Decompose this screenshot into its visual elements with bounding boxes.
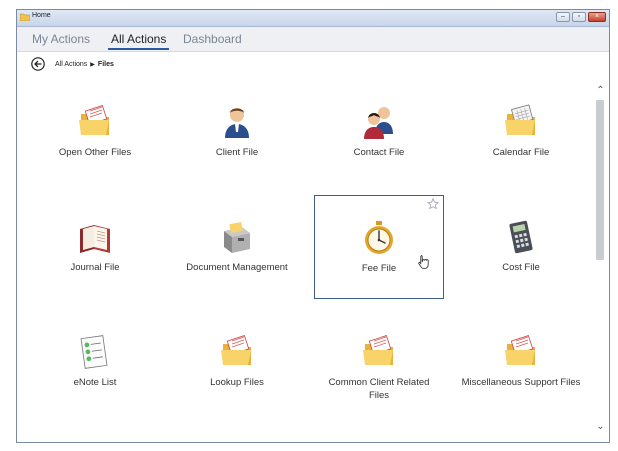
file-cabinet-icon (224, 222, 250, 253)
tile-open-other-files[interactable]: Open Other Files (30, 80, 160, 184)
title-bar: Home – ▫ × (17, 10, 609, 27)
home-folder-icon (20, 13, 30, 21)
folder-icon (505, 335, 535, 365)
tab-bar: My Actions All Actions Dashboard (17, 27, 609, 52)
tile-document-management[interactable]: Document Management (172, 195, 302, 299)
tile-common-client-related-files[interactable]: Common Client Related Files (314, 310, 444, 414)
calendar-folder-icon (505, 104, 535, 135)
book-icon (80, 225, 110, 253)
window-controls: – ▫ × (556, 12, 606, 22)
folder-icon (363, 335, 393, 365)
back-arrow-icon[interactable] (31, 57, 45, 71)
folder-icon (79, 105, 109, 135)
tile-miscellaneous-support-files[interactable]: Miscellaneous Support Files (456, 310, 586, 414)
stopwatch-icon (365, 221, 393, 254)
tile-label: Calendar File (492, 147, 550, 158)
tile-label: Journal File (70, 262, 120, 273)
tile-label: Cost File (502, 262, 540, 273)
breadcrumb-separator-icon: ▶ (90, 62, 95, 68)
tile-label: Contact File (353, 147, 405, 158)
person-icon (225, 108, 249, 138)
people-icon (364, 107, 393, 139)
minimize-button[interactable]: – (556, 12, 570, 22)
scroll-thumb[interactable] (596, 100, 604, 260)
tile-enote-list[interactable]: eNote List (30, 310, 160, 414)
tile-fee-file[interactable]: Fee File (314, 195, 444, 299)
tile-journal-file[interactable]: Journal File (30, 195, 160, 299)
app-window: Home – ▫ × My Actions All Actions Dashbo… (16, 9, 610, 443)
scroll-up-icon[interactable]: ⌃ (592, 84, 609, 98)
tile-client-file[interactable]: Client File (172, 80, 302, 184)
tab-dashboard[interactable]: Dashboard (180, 31, 245, 50)
tile-label: Document Management (186, 262, 288, 273)
breadcrumb-parent[interactable]: All Actions (55, 61, 87, 68)
tile-contact-file[interactable]: Contact File (314, 80, 444, 184)
breadcrumb-current: Files (97, 61, 114, 68)
tile-label: Open Other Files (58, 147, 132, 158)
tile-label: Client File (215, 147, 259, 158)
folder-icon (221, 335, 251, 365)
checklist-icon (80, 335, 108, 369)
tile-label: Lookup Files (210, 377, 264, 388)
tile-label: Miscellaneous Support Files (461, 377, 581, 388)
tab-all-actions[interactable]: All Actions (108, 31, 170, 50)
hand-cursor-icon (418, 255, 429, 269)
tile-label: Common Client Related Files (328, 377, 430, 401)
actions-grid: Open Other Files Client File Contact Fil… (17, 80, 593, 442)
close-button[interactable]: × (588, 12, 606, 22)
restore-button[interactable]: ▫ (572, 12, 586, 22)
vertical-scrollbar[interactable]: ⌃ ⌄ (592, 80, 609, 442)
window-title: Home (32, 12, 51, 19)
scroll-down-icon[interactable]: ⌄ (592, 420, 609, 434)
tile-calendar-file[interactable]: Calendar File (456, 80, 586, 184)
breadcrumb: All Actions ▶ Files (17, 51, 609, 79)
tile-label: eNote List (73, 377, 117, 388)
breadcrumb-trail: All Actions ▶ Files (55, 61, 114, 68)
tile-lookup-files[interactable]: Lookup Files (172, 310, 302, 414)
calculator-icon (509, 220, 533, 254)
star-icon[interactable] (427, 198, 439, 210)
tile-cost-file[interactable]: Cost File (456, 195, 586, 299)
tab-my-actions[interactable]: My Actions (29, 31, 93, 50)
